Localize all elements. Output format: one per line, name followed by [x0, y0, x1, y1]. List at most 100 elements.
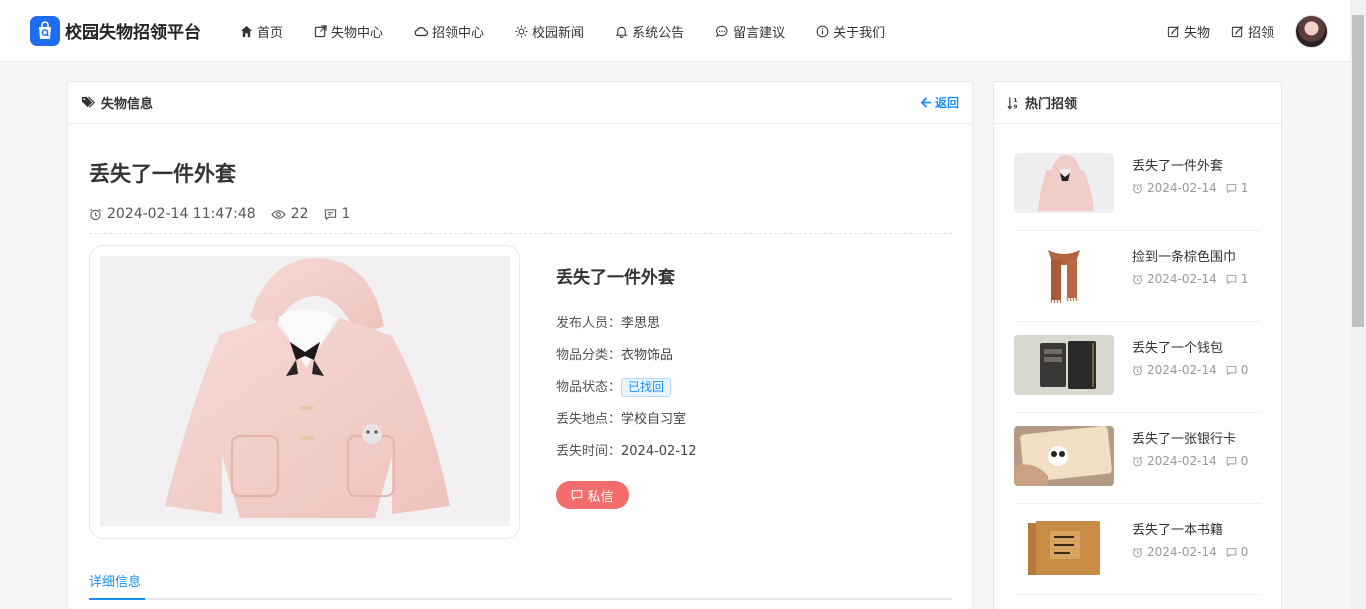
chat-bubble-icon — [716, 25, 728, 37]
publisher-label: 发布人员： — [556, 316, 622, 331]
comment-icon — [1226, 274, 1237, 284]
category-value: 衣物饰品 — [621, 348, 674, 363]
hot-item-meta: 2024-02-14 0 — [1132, 454, 1248, 468]
back-button[interactable]: 返回 — [920, 94, 959, 111]
hot-item-date: 2024-02-14 — [1147, 363, 1217, 377]
comment-icon — [324, 208, 336, 220]
post-found-link[interactable]: 招领 — [1231, 22, 1274, 41]
hot-item-comments: 1 — [1240, 272, 1249, 286]
book-thumbnail — [1014, 517, 1114, 577]
alarm-clock-icon — [1132, 456, 1143, 466]
tab-details[interactable]: 详细信息 — [89, 571, 141, 590]
private-message-button[interactable]: 私信 — [556, 481, 629, 509]
brand-title: 校园失物招领平台 — [65, 23, 201, 43]
list-item[interactable]: 捡到一条棕色围巾 2024-02-14 1 — [1014, 231, 1261, 322]
hot-item-comments: 0 — [1240, 454, 1249, 468]
message-icon — [572, 490, 583, 501]
tags-icon — [82, 96, 95, 108]
item-info: 丢失了一件外套 发布人员： 李思思 物品分类： 衣物饰品 物品状态： 已找回 丢… — [556, 263, 697, 474]
svg-text:1: 1 — [1014, 98, 1018, 104]
page-scrollbar[interactable] — [1350, 0, 1366, 609]
hot-item-date: 2024-02-14 — [1147, 545, 1217, 559]
time-value: 2024-02-12 — [621, 444, 697, 459]
nav-item-label: 关于我们 — [833, 25, 886, 41]
external-link-icon — [314, 24, 327, 37]
nav-item-about[interactable]: 关于我们 — [816, 22, 885, 41]
cloud-icon — [414, 26, 429, 36]
list-item[interactable]: 丢失了一张银行卡 2024-02-14 0 — [1014, 413, 1261, 504]
list-item[interactable]: 丢失了一件外套 2024-02-14 1 — [1014, 140, 1261, 231]
nav-item-found-center[interactable]: 招领中心 — [414, 22, 484, 41]
nav-item-lost-center[interactable]: 失物中心 — [314, 22, 383, 41]
coat-photo[interactable] — [100, 256, 510, 526]
nav-item-label: 招领中心 — [432, 25, 485, 41]
card-title-text: 失物信息 — [101, 97, 154, 112]
nav-item-feedback[interactable]: 留言建议 — [715, 22, 785, 41]
hot-item-title: 捡到一条棕色围巾 — [1132, 250, 1237, 265]
post-views: 22 — [270, 206, 309, 222]
bag-search-icon — [30, 15, 60, 46]
user-avatar[interactable] — [1295, 14, 1328, 48]
detail-tabs: 详细信息 — [89, 562, 952, 600]
side-card-header: 19 热门招领 — [994, 82, 1281, 124]
comments-count: 1 — [341, 206, 351, 222]
hot-item-comments: 0 — [1240, 363, 1249, 377]
hot-item-comments: 0 — [1240, 545, 1249, 559]
status-badge: 已找回 — [621, 378, 672, 397]
hot-item-title: 丢失了一本书籍 — [1132, 523, 1224, 538]
card-header: 失物信息 返回 — [68, 82, 972, 124]
top-header: 校园失物招领平台 首页 失物中心 招领中心 校园新闻 系统公告 留言建议 关于我… — [0, 0, 1350, 62]
info-circle-icon — [816, 25, 829, 37]
info-row-publisher: 发布人员： 李思思 — [556, 314, 697, 346]
eye-icon — [270, 209, 286, 219]
info-title: 丢失了一件外套 — [556, 268, 675, 288]
post-lost-label: 失物 — [1183, 25, 1210, 41]
hot-item-meta: 2024-02-14 1 — [1132, 181, 1248, 195]
hot-item-meta: 2024-02-14 0 — [1132, 363, 1248, 377]
nav-item-announcements[interactable]: 系统公告 — [615, 22, 684, 41]
alarm-clock-icon — [1132, 547, 1143, 557]
hot-found-card: 19 热门招领 丢失了一件外套 2024-02-14 1 捡到一条棕色围巾 20… — [993, 81, 1282, 609]
post-title: 丢失了一件外套 — [89, 162, 236, 186]
side-card-title: 19 热门招领 — [1007, 93, 1077, 112]
alarm-clock-icon — [1132, 365, 1143, 375]
status-label: 物品状态： — [556, 380, 622, 395]
place-label: 丢失地点： — [556, 412, 622, 427]
header-actions: 失物 招领 — [1167, 0, 1328, 62]
post-lost-link[interactable]: 失物 — [1167, 22, 1210, 41]
category-label: 物品分类： — [556, 348, 622, 363]
arrow-left-icon — [920, 97, 932, 108]
list-item[interactable]: 丢失了一本书籍 2024-02-14 0 — [1014, 504, 1261, 595]
views-count: 22 — [290, 206, 309, 222]
nav-item-campus-news[interactable]: 校园新闻 — [515, 22, 584, 41]
back-label: 返回 — [934, 96, 959, 110]
card-title: 失物信息 — [81, 93, 153, 112]
brand[interactable]: 校园失物招领平台 — [30, 15, 201, 46]
alarm-clock-icon — [1132, 274, 1143, 284]
main-nav: 首页 失物中心 招领中心 校园新闻 系统公告 留言建议 关于我们 — [240, 0, 916, 62]
private-message-label: 私信 — [587, 489, 614, 505]
alarm-clock-icon — [1132, 183, 1143, 193]
nav-item-label: 系统公告 — [632, 25, 685, 41]
item-photo-frame — [89, 245, 520, 539]
scrollbar-thumb[interactable] — [1352, 15, 1364, 327]
meta-divider — [89, 233, 952, 234]
nav-item-home[interactable]: 首页 — [240, 22, 283, 41]
list-item[interactable]: 丢失了一个钱包 2024-02-14 0 — [1014, 322, 1261, 413]
edit-icon — [1167, 25, 1179, 37]
info-row-category: 物品分类： 衣物饰品 — [556, 346, 697, 378]
hot-item-title: 丢失了一件外套 — [1132, 159, 1224, 174]
wallet-thumbnail — [1014, 335, 1114, 395]
info-row-status: 物品状态： 已找回 — [556, 378, 697, 410]
time-label: 丢失时间： — [556, 444, 622, 459]
info-row-time: 丢失时间： 2024-02-12 — [556, 442, 697, 474]
info-row-place: 丢失地点： 学校自习室 — [556, 410, 697, 442]
hot-item-comments: 1 — [1240, 181, 1249, 195]
hot-item-meta: 2024-02-14 0 — [1132, 545, 1248, 559]
post-comments: 1 — [324, 206, 351, 222]
hot-item-title: 丢失了一个钱包 — [1132, 341, 1224, 356]
hot-item-date: 2024-02-14 — [1147, 454, 1217, 468]
hot-item-date: 2024-02-14 — [1147, 272, 1217, 286]
tab-active-indicator — [89, 598, 145, 600]
svg-text:9: 9 — [1014, 104, 1018, 109]
